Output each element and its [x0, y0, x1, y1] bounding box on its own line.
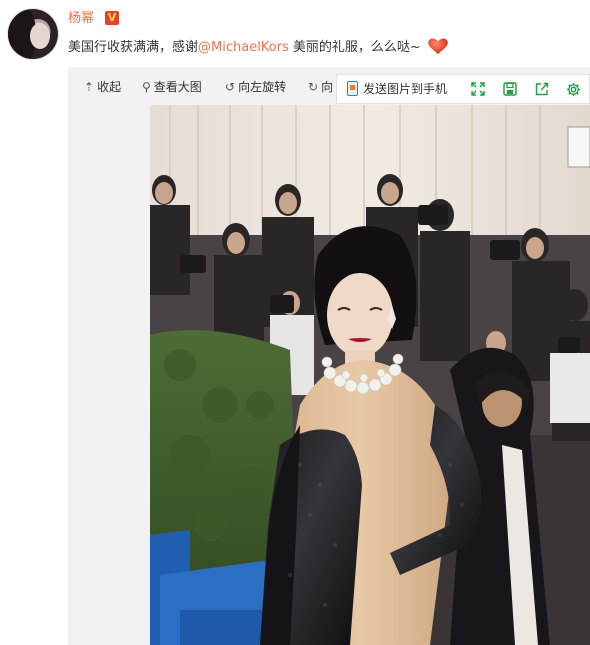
post-text-part2: 美丽的礼服，么么哒~	[288, 40, 421, 55]
phone-icon	[347, 81, 358, 96]
view-large-button[interactable]: ⚲ 查看大图	[142, 79, 202, 95]
send-to-phone-label: 发送图片到手机	[363, 82, 448, 96]
user-avatar[interactable]	[8, 9, 58, 59]
avatar-face	[30, 23, 50, 49]
collapse-button[interactable]: ⇡ 收起	[84, 79, 121, 95]
rotate-right-icon: ↻	[308, 80, 319, 94]
username-link[interactable]: 杨幂	[68, 10, 94, 28]
rotate-left-icon: ↺	[225, 80, 236, 94]
rotate-right-button[interactable]: ↻ 向	[308, 79, 333, 95]
magnifier-icon: ⚲	[142, 80, 151, 94]
media-panel: ⇡ 收起 ⚲ 查看大图 ↺ 向左旋转 ↻ 向 发送图片到手机	[68, 67, 590, 645]
rotate-right-label: 向	[321, 80, 334, 94]
share-icon[interactable]	[532, 79, 552, 99]
post-text: 美国行收获满满，感谢@MichaelKors 美丽的礼服，么么哒~	[68, 38, 449, 58]
send-to-phone-bar: 发送图片到手机	[336, 74, 590, 104]
expand-icon[interactable]	[468, 79, 488, 99]
arrow-up-icon: ⇡	[84, 80, 95, 94]
mention-link[interactable]: @MichaelKors	[198, 40, 289, 55]
post-photo[interactable]	[150, 105, 590, 645]
collapse-label: 收起	[97, 80, 122, 94]
post-text-part1: 美国行收获满满，感谢	[68, 40, 199, 55]
image-toolbar: ⇡ 收起 ⚲ 查看大图 ↺ 向左旋转 ↻ 向 发送图片到手机	[68, 67, 590, 105]
rotate-left-label: 向左旋转	[238, 80, 287, 94]
gear-icon[interactable]	[563, 79, 583, 99]
save-icon[interactable]	[500, 79, 520, 99]
view-large-label: 查看大图	[153, 80, 202, 94]
verified-badge-icon: V	[105, 11, 119, 25]
send-to-phone-button[interactable]: 发送图片到手机	[347, 81, 447, 97]
heart-emoji-icon	[427, 37, 449, 55]
rotate-left-button[interactable]: ↺ 向左旋转	[225, 79, 286, 95]
